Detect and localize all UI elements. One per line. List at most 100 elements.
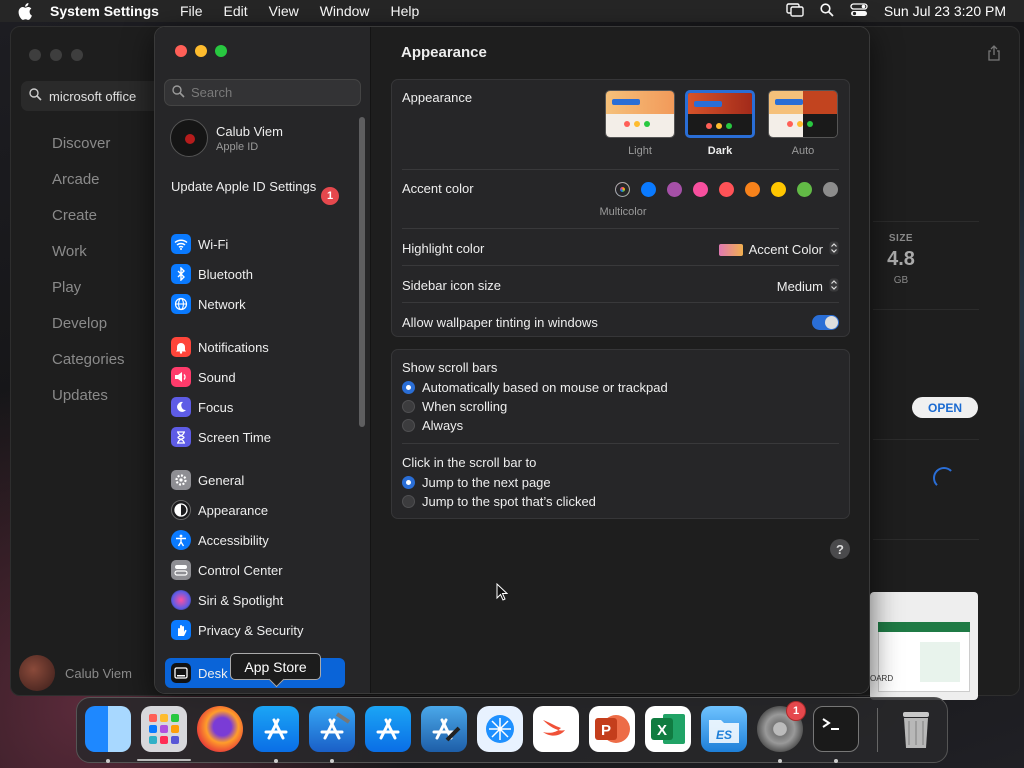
sidebar-item-label: Accessibility <box>198 532 269 548</box>
firefox-icon[interactable] <box>197 706 243 752</box>
avatar <box>19 655 55 691</box>
menu-clock[interactable]: Sun Jul 23 3:20 PM <box>884 3 1006 19</box>
apple-id-profile[interactable]: Calub Viem Apple ID <box>170 119 283 157</box>
appearance-settings-group: Appearance Light Dark Auto Accent color … <box>391 79 850 337</box>
app-store-icon[interactable] <box>365 706 411 752</box>
divider <box>402 228 839 229</box>
sidebar-item-sound[interactable]: Sound <box>171 362 357 392</box>
nav-discover[interactable]: Discover <box>52 135 125 171</box>
sidebar-item-screen-time[interactable]: Screen Time <box>171 422 357 452</box>
dock: P X ES 1 <box>76 697 948 763</box>
xcode-icon[interactable] <box>421 706 467 752</box>
appearance-option-dark[interactable] <box>685 90 755 138</box>
search-icon <box>172 84 185 101</box>
radio-scroll-when-scrolling[interactable]: When scrolling <box>402 397 839 416</box>
close-button[interactable] <box>29 49 41 61</box>
launchpad-icon[interactable] <box>141 706 187 752</box>
app-store-account[interactable]: Calub Viem <box>19 655 132 691</box>
sidebar-item-accessibility[interactable]: Accessibility <box>171 525 357 555</box>
accent-color-swatch[interactable] <box>667 182 682 197</box>
menu-app-name[interactable]: System Settings <box>50 3 159 19</box>
app-store-search-field[interactable]: microsoft office <box>21 81 161 111</box>
minimize-button[interactable] <box>50 49 62 61</box>
sidebar-item-privacy-security[interactable]: Privacy & Security <box>171 615 357 645</box>
excel-icon[interactable]: X <box>645 706 691 752</box>
zoom-button[interactable] <box>215 45 227 57</box>
accent-color-swatch[interactable] <box>771 182 786 197</box>
instruments-icon[interactable] <box>477 706 523 752</box>
sidebar-item-bluetooth[interactable]: Bluetooth <box>171 259 357 289</box>
sidebar-item-control-center[interactable]: Control Center <box>171 555 357 585</box>
es-file-explorer-icon[interactable]: ES <box>701 706 747 752</box>
xcode-icon[interactable] <box>309 706 355 752</box>
app-screenshot-thumbnail[interactable]: OARD <box>870 592 978 700</box>
update-apple-id-settings[interactable]: Update Apple ID Settings <box>171 179 341 195</box>
sidebar-item-appearance[interactable]: Appearance <box>171 495 357 525</box>
trash-icon[interactable] <box>893 706 939 752</box>
sidebar-item-wifi[interactable]: Wi-Fi <box>171 229 357 259</box>
open-button[interactable]: OPEN <box>912 397 978 418</box>
appearance-option-light[interactable] <box>605 90 675 138</box>
spotlight-search-icon[interactable] <box>820 2 834 20</box>
accent-color-swatch[interactable] <box>797 182 812 197</box>
nav-updates[interactable]: Updates <box>52 387 125 423</box>
accent-color-swatch[interactable] <box>641 182 656 197</box>
sidebar-item-label: Siri & Spotlight <box>198 592 284 608</box>
help-button[interactable]: ? <box>830 539 850 559</box>
dock-tooltip: App Store <box>230 653 321 680</box>
accent-color-swatch[interactable] <box>693 182 708 197</box>
menu-window[interactable]: Window <box>320 3 370 19</box>
nav-develop[interactable]: Develop <box>52 315 125 351</box>
nav-categories[interactable]: Categories <box>52 351 125 387</box>
menu-help[interactable]: Help <box>391 3 420 19</box>
divider <box>873 309 979 310</box>
zoom-button[interactable] <box>71 49 83 61</box>
app-store-window-controls <box>29 49 83 61</box>
screen-mirroring-icon[interactable] <box>786 2 804 20</box>
share-icon[interactable] <box>987 45 1001 61</box>
radio-button-selected <box>402 381 415 394</box>
swift-icon[interactable] <box>533 706 579 752</box>
sidebar-item-network[interactable]: Network <box>171 289 357 319</box>
finder-icon[interactable] <box>85 706 131 752</box>
sidebar-item-focus[interactable]: Focus <box>171 392 357 422</box>
menu-file[interactable]: File <box>180 3 203 19</box>
accent-color-multicolor[interactable] <box>615 182 630 197</box>
wallpaper-tinting-toggle[interactable] <box>812 315 839 330</box>
appearance-option-auto[interactable] <box>768 90 838 138</box>
radio-label: Automatically based on mouse or trackpad <box>422 380 668 395</box>
sidebar-scrollbar[interactable] <box>359 117 365 427</box>
accent-color-swatch[interactable] <box>823 182 838 197</box>
radio-jump-next-page[interactable]: Jump to the next page <box>402 473 839 492</box>
sidebar-item-label: Focus <box>198 399 234 415</box>
radio-jump-to-spot[interactable]: Jump to the spot that’s clicked <box>402 492 839 511</box>
siri-icon <box>171 590 191 610</box>
accent-color-swatch[interactable] <box>719 182 734 197</box>
powerpoint-icon[interactable]: P <box>589 706 635 752</box>
radio-scroll-always[interactable]: Always <box>402 416 839 435</box>
wifi-icon <box>171 234 191 254</box>
minimize-button[interactable] <box>195 45 207 57</box>
control-center-menu-icon[interactable] <box>850 2 868 20</box>
sidebar-item-general[interactable]: General <box>171 465 357 495</box>
nav-work[interactable]: Work <box>52 243 125 279</box>
app-store-icon[interactable] <box>253 706 299 752</box>
apple-menu-icon[interactable] <box>18 2 36 20</box>
radio-scroll-automatic[interactable]: Automatically based on mouse or trackpad <box>402 378 839 397</box>
show-scroll-bars-label: Show scroll bars <box>402 360 498 375</box>
show-scroll-bars-options: Automatically based on mouse or trackpad… <box>402 378 839 435</box>
sidebar-item-siri-spotlight[interactable]: Siri & Spotlight <box>171 585 357 615</box>
size-label: SIZE <box>888 233 914 244</box>
nav-play[interactable]: Play <box>52 279 125 315</box>
radio-label: Jump to the spot that’s clicked <box>422 494 596 509</box>
nav-create[interactable]: Create <box>52 207 125 243</box>
settings-search-field[interactable]: Search <box>164 79 361 106</box>
close-button[interactable] <box>175 45 187 57</box>
sidebar-item-notifications[interactable]: Notifications <box>171 332 357 362</box>
accent-color-swatch[interactable] <box>745 182 760 197</box>
nav-arcade[interactable]: Arcade <box>52 171 125 207</box>
menu-view[interactable]: View <box>269 3 299 19</box>
settings-sidebar: Search Calub Viem Apple ID Update Apple … <box>155 27 371 693</box>
terminal-icon[interactable] <box>813 706 859 752</box>
menu-edit[interactable]: Edit <box>224 3 248 19</box>
